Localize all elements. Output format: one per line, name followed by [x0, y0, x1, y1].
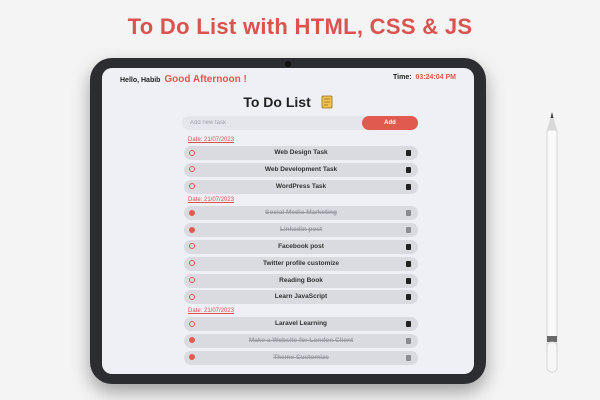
task-item[interactable]: Social Media Marketing — [184, 206, 418, 221]
trash-icon[interactable] — [406, 260, 411, 267]
trash-icon[interactable] — [406, 183, 411, 190]
unchecked-circle-icon[interactable] — [189, 149, 195, 156]
add-task-row: Add — [182, 116, 418, 130]
checked-circle-icon[interactable] — [189, 226, 195, 233]
task-label: Web Development Task — [264, 165, 338, 173]
time-value: 03:24:04 PM — [415, 74, 456, 81]
group-date: Date: 21/07/2023 — [188, 137, 235, 143]
tablet-device: Hello, Habib Good Afternoon ! Time: 03:2… — [90, 58, 486, 384]
camera-icon — [285, 61, 291, 67]
trash-icon[interactable] — [406, 227, 411, 234]
trash-icon[interactable] — [406, 354, 411, 361]
top-bar: Hello, Habib Good Afternoon ! Time: 03:2… — [102, 68, 474, 88]
unchecked-circle-icon[interactable] — [189, 243, 195, 250]
task-label: Twitter profile customize — [262, 259, 340, 267]
task-label: Laravel Learning — [274, 320, 328, 328]
task-item[interactable]: Web Development Task — [184, 162, 418, 177]
task-item[interactable]: WordPress Task — [184, 179, 418, 194]
task-item[interactable]: Laravel Learning — [184, 317, 418, 332]
greeting-daypart: Good Afternoon ! — [164, 74, 247, 85]
notebook-icon — [321, 95, 333, 109]
trash-icon[interactable] — [406, 150, 411, 156]
task-item[interactable]: Learn JavaScript — [184, 290, 418, 305]
trash-icon[interactable] — [406, 210, 411, 217]
task-item[interactable]: Reading Book — [184, 273, 418, 288]
trash-icon[interactable] — [406, 243, 411, 250]
unchecked-circle-icon[interactable] — [189, 293, 195, 300]
task-label: WordPress Task — [275, 182, 327, 190]
trash-icon[interactable] — [406, 277, 411, 284]
task-label: Facebook post — [278, 242, 324, 250]
task-label: Make a Website for London Client — [248, 336, 354, 344]
checked-circle-icon[interactable] — [189, 209, 195, 216]
page-title: To Do List — [102, 94, 474, 110]
task-item[interactable]: Web Design Task — [184, 146, 418, 160]
task-label: Theme Customize — [273, 353, 329, 361]
clock: Time: 03:24:04 PM — [393, 74, 456, 81]
unchecked-circle-icon[interactable] — [189, 166, 195, 173]
unchecked-circle-icon[interactable] — [189, 277, 195, 284]
task-list: Date: 21/07/2023 Web Design Task Web Devel… — [184, 136, 418, 368]
page-title-text: To Do List — [243, 94, 311, 110]
trash-icon[interactable] — [406, 321, 411, 328]
unchecked-circle-icon[interactable] — [189, 320, 195, 327]
task-item[interactable]: Twitter profile customize — [184, 256, 418, 271]
greeting-name: Hello, Habib — [120, 77, 161, 84]
trash-icon[interactable] — [406, 166, 411, 173]
unchecked-circle-icon[interactable] — [189, 260, 195, 267]
add-button[interactable]: Add — [362, 116, 418, 130]
task-label: Social Media Marketing — [265, 209, 337, 217]
task-label: Web Design Task — [274, 149, 328, 156]
unchecked-circle-icon[interactable] — [189, 183, 195, 190]
stylus-pencil — [546, 112, 558, 373]
app-screen: Hello, Habib Good Afternoon ! Time: 03:2… — [102, 68, 474, 374]
trash-icon[interactable] — [406, 337, 411, 344]
task-label: Reading Book — [279, 276, 323, 284]
task-item[interactable]: Linkedin post — [184, 223, 418, 238]
task-label: Linkedin post — [279, 226, 323, 234]
greeting: Hello, Habib Good Afternoon ! — [120, 74, 247, 85]
checked-circle-icon[interactable] — [189, 354, 195, 361]
task-input[interactable] — [182, 116, 378, 130]
task-item[interactable]: Make a Website for London Client — [184, 333, 418, 348]
time-label: Time: — [393, 74, 412, 81]
trash-icon[interactable] — [406, 294, 411, 301]
group-date: Date: 21/07/2023 — [188, 197, 235, 204]
group-date: Date: 21/07/2023 — [188, 308, 235, 315]
task-label: Learn JavaScript — [274, 293, 328, 301]
checked-circle-icon[interactable] — [189, 337, 195, 344]
task-item[interactable]: Facebook post — [184, 239, 418, 254]
banner-title: To Do List with HTML, CSS & JS — [127, 14, 473, 39]
task-item[interactable]: Theme Customize — [184, 350, 418, 365]
